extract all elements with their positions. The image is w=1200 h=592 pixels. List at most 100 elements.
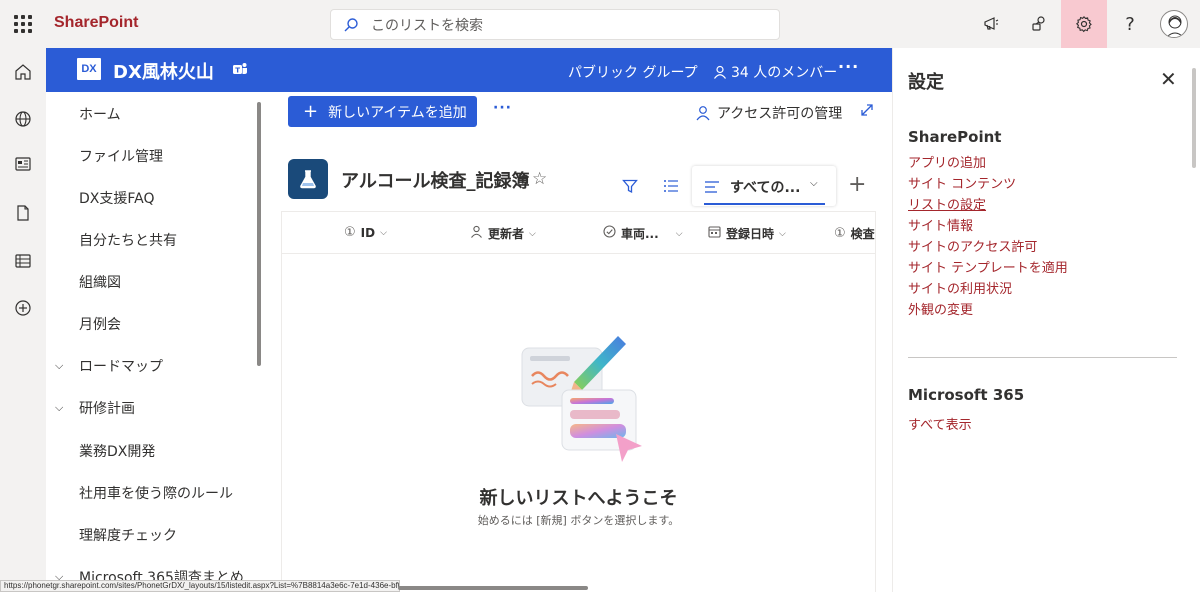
settings-gear-icon[interactable] [1061, 0, 1107, 48]
nav-item-org-chart[interactable]: 組織図 [46, 262, 256, 302]
settings-link-apply-template[interactable]: サイト テンプレートを適用 [908, 257, 1068, 276]
members-count: 34 人のメンバー [731, 65, 838, 81]
main-content: + 新しいアイテムを追加 ··· アクセス許可の管理 アルコール検査_記録簿 ☆… [265, 92, 892, 592]
nav-item-home[interactable]: ホーム [46, 94, 256, 134]
settings-panel: 設定 ✕ SharePoint アプリの追加 サイト コンテンツ リストの設定 … [892, 48, 1200, 592]
view-selector[interactable]: すべての... ⌵ [692, 166, 836, 206]
app-launcher-button[interactable] [0, 0, 46, 48]
star-icon[interactable]: ☆ [532, 169, 547, 189]
expand-icon[interactable] [859, 102, 875, 122]
number-icon: ① [344, 225, 356, 240]
waffle-icon [14, 15, 32, 33]
news-icon[interactable] [0, 144, 46, 184]
app-rail [0, 48, 46, 592]
column-label: ID [360, 225, 376, 240]
person-icon [470, 225, 483, 242]
number-icon: ① [834, 226, 846, 241]
settings-link-site-contents[interactable]: サイト コンテンツ [908, 173, 1016, 192]
empty-list-subtitle: 始めるには [新規] ボタンを選択します。 [477, 514, 680, 527]
search-input[interactable]: このリストを検索 [371, 15, 483, 35]
nav-item-label: 社用車を使う際のルール [79, 486, 233, 502]
nav-item-label: 業務DX開発 [79, 444, 156, 460]
megaphone-icon[interactable] [968, 0, 1014, 48]
column-header-created[interactable]: 登録日時 ⌵ [708, 225, 786, 242]
create-icon[interactable] [0, 288, 46, 328]
settings-link-add-app[interactable]: アプリの追加 [908, 152, 986, 171]
settings-link-site-info[interactable]: サイト情報 [908, 215, 973, 234]
nav-item-quiz[interactable]: 理解度チェック [46, 515, 256, 555]
column-label: 車両... [621, 227, 659, 241]
nav-item-dx-dev[interactable]: 業務DX開発 [46, 431, 256, 471]
new-item-button[interactable]: + 新しいアイテムを追加 [288, 96, 477, 127]
plus-icon: + [303, 100, 319, 122]
search-box[interactable]: このリストを検索 [330, 9, 780, 40]
status-url: https://phonetgr.sharepoint.com/sites/Ph… [0, 580, 400, 592]
add-view-button[interactable]: + [848, 174, 866, 196]
horizontal-scrollbar[interactable] [398, 586, 588, 590]
command-more-button[interactable]: ··· [493, 100, 512, 116]
manage-access-label: アクセス許可の管理 [717, 106, 843, 122]
settings-divider [908, 357, 1177, 358]
settings-scrollbar[interactable] [1192, 68, 1196, 168]
site-title[interactable]: DX風林火山 [113, 58, 214, 84]
settings-link-change-look[interactable]: 外観の変更 [908, 299, 973, 318]
teams-icon[interactable]: T [232, 61, 248, 81]
column-header-id[interactable]: ① ID ⌵ [344, 225, 387, 240]
column-header-inspection[interactable]: ① 検査 [834, 225, 875, 242]
list-flask-icon [288, 159, 328, 199]
chevron-down-icon[interactable]: ⌵ [55, 401, 63, 415]
nav-item-label: 自分たちと共有 [79, 233, 177, 249]
calendar-icon [708, 225, 721, 242]
nav-item-shared[interactable]: 自分たちと共有 [46, 220, 256, 260]
home-icon[interactable] [0, 52, 46, 92]
nav-item-label: ホーム [79, 107, 121, 123]
nav-item-label: 理解度チェック [79, 528, 177, 544]
file-icon[interactable] [0, 193, 46, 233]
nav-item-files[interactable]: ファイル管理 [46, 136, 256, 176]
close-icon[interactable]: ✕ [1160, 67, 1177, 91]
list-body: ① ID ⌵ 更新者 ⌵ 車両... ⌵ 登録日時 ⌵ ① 検査 新しいリストへ… [281, 211, 876, 592]
brand-link[interactable]: SharePoint [54, 14, 138, 32]
chevron-down-icon: ⌵ [779, 228, 786, 239]
nav-item-training[interactable]: ⌵ 研修計画 [46, 388, 256, 428]
nav-item-car-rules[interactable]: 社用車を使う際のルール [46, 473, 256, 513]
filter-icon[interactable] [622, 178, 638, 198]
share-icon[interactable] [1016, 0, 1062, 48]
settings-link-site-usage[interactable]: サイトの利用状況 [908, 278, 1012, 297]
help-icon[interactable]: ? [1107, 0, 1153, 48]
nav-scrollbar[interactable] [257, 102, 261, 366]
empty-list-illustration [518, 326, 648, 470]
settings-link-view-all[interactable]: すべて表示 [908, 414, 972, 433]
site-more-button[interactable]: ··· [838, 57, 859, 76]
chevron-down-icon: ⌵ [529, 228, 536, 239]
svg-text:T: T [235, 66, 240, 74]
globe-icon[interactable] [0, 99, 46, 139]
nav-item-faq[interactable]: DX支援FAQ [46, 178, 256, 218]
column-header-editor[interactable]: 更新者 ⌵ [470, 225, 536, 242]
avatar[interactable] [1160, 10, 1188, 38]
column-label: 登録日時 [726, 227, 775, 241]
list-icon[interactable] [0, 241, 46, 281]
view-options-icon[interactable] [663, 178, 679, 198]
nav-item-label: ロードマップ [79, 359, 163, 375]
settings-link-list-settings[interactable]: リストの設定 [908, 194, 986, 213]
nav-item-monthly[interactable]: 月例会 [46, 304, 256, 344]
view-name: すべての... [730, 180, 801, 196]
column-header-vehicle[interactable]: 車両... ⌵ [603, 225, 683, 242]
chevron-down-icon: ⌵ [675, 228, 683, 239]
site-logo[interactable]: DX [77, 58, 101, 80]
settings-link-site-permissions[interactable]: サイトのアクセス許可 [908, 236, 1037, 255]
person-icon [696, 106, 710, 121]
nav-item-label: 研修計画 [79, 401, 135, 417]
view-active-indicator [704, 203, 825, 205]
chevron-down-icon: ⌵ [380, 227, 387, 238]
settings-title: 設定 [908, 72, 944, 93]
group-type-label: パブリック グループ [568, 65, 698, 81]
nav-item-roadmap[interactable]: ⌵ ロードマップ [46, 346, 256, 386]
chevron-down-icon[interactable]: ⌵ [55, 359, 63, 373]
check-circle-icon [603, 225, 616, 242]
view-lines-icon [704, 179, 720, 198]
column-header-row: ① ID ⌵ 更新者 ⌵ 車両... ⌵ 登録日時 ⌵ ① 検査 [282, 212, 875, 254]
members-button[interactable]: 34 人のメンバー [713, 62, 837, 82]
manage-access-button[interactable]: アクセス許可の管理 [695, 103, 842, 123]
